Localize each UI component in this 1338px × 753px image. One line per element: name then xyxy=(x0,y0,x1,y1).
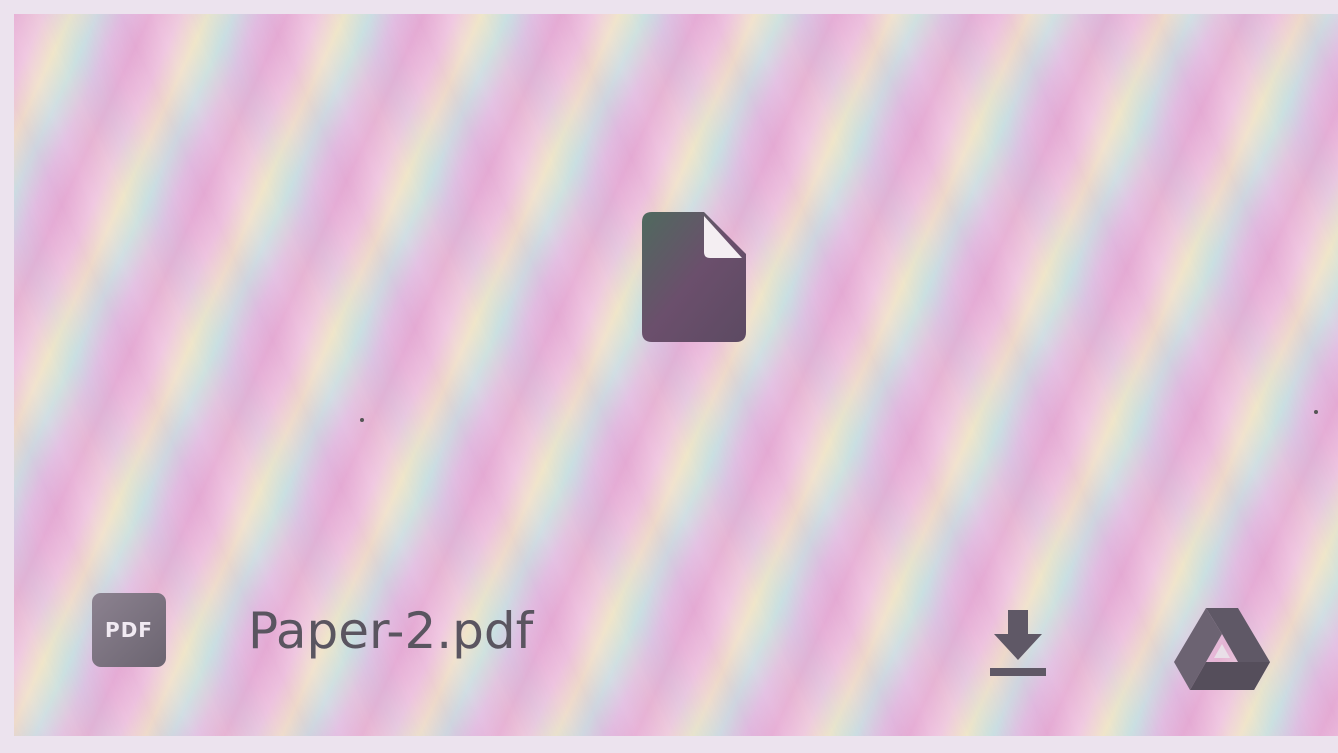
decorative-dot xyxy=(1314,410,1318,414)
download-icon[interactable] xyxy=(978,604,1058,684)
file-name[interactable]: Paper-2.pdf xyxy=(248,602,533,660)
file-icon xyxy=(642,212,746,342)
file-footer: PDF Paper-2.pdf xyxy=(14,574,1338,704)
pdf-file-icon: PDF xyxy=(92,593,166,667)
file-attachment-card[interactable]: PDF Paper-2.pdf xyxy=(14,14,1338,736)
decorative-dot xyxy=(360,418,364,422)
google-drive-icon[interactable] xyxy=(1174,604,1270,690)
